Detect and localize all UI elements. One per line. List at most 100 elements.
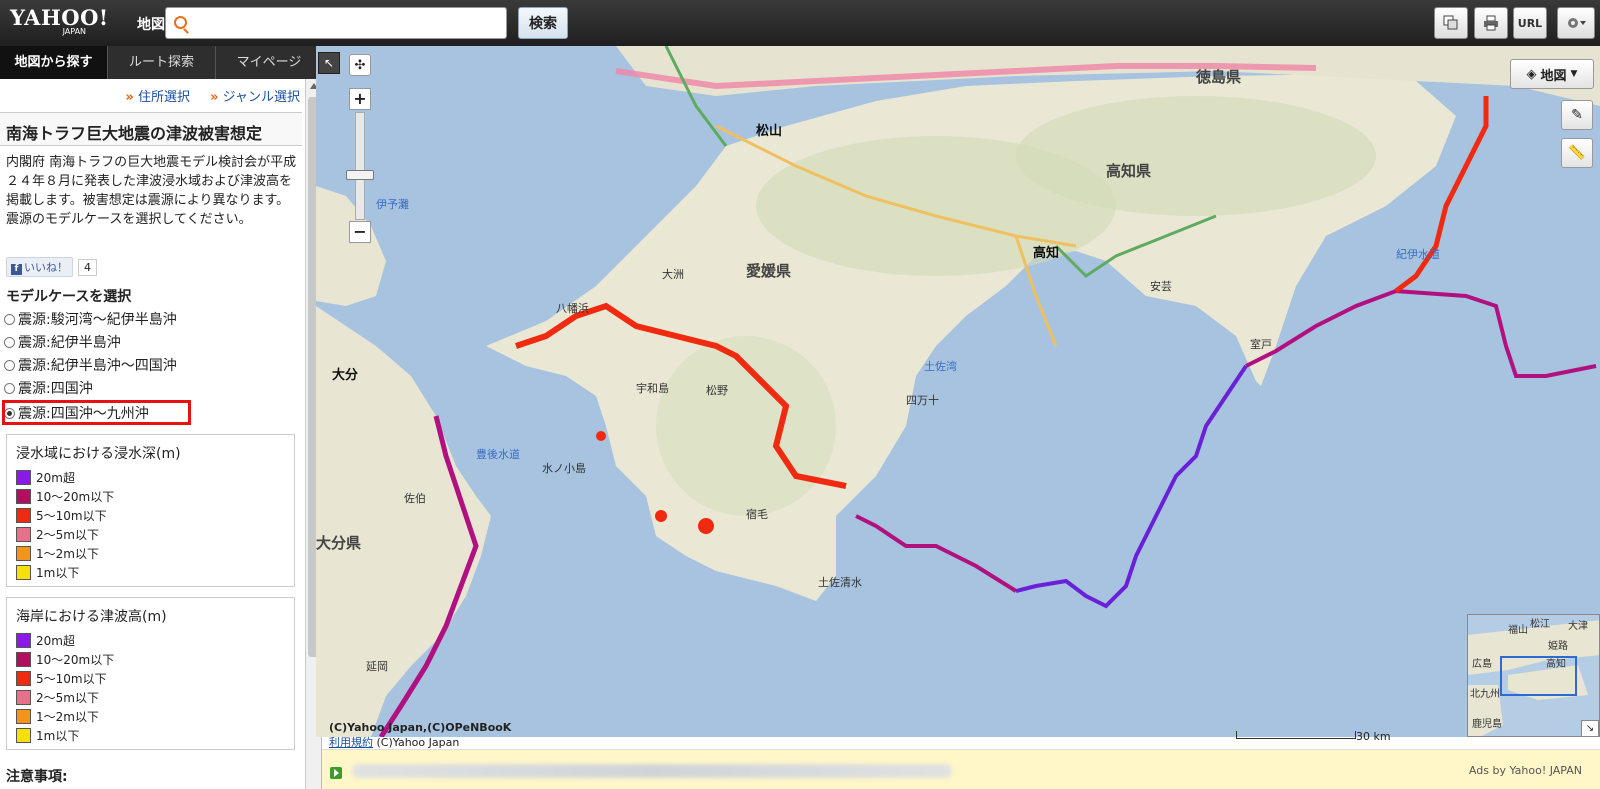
map-label-sukumo: 宿毛 bbox=[746, 508, 768, 521]
ruler-icon: 📏 bbox=[1568, 145, 1586, 161]
search-button[interactable]: 検索 bbox=[518, 7, 568, 39]
legend-label: 5～10m以下 bbox=[36, 671, 107, 686]
search-box[interactable] bbox=[165, 7, 507, 39]
overview-map[interactable]: 広島 高知 北九州 福山 姫路 大津 松江 鹿児島 bbox=[1467, 614, 1600, 737]
map-canvas[interactable]: 愛媛県 高知県 徳島県 大分県 松山 高知 大分 松野 四万十 宿毛 宇和島 大… bbox=[316, 46, 1600, 737]
copyright-line-2: (C)Yahoo Japan bbox=[376, 736, 460, 749]
legend-label: 5～10m以下 bbox=[36, 508, 107, 523]
map-label-kochi: 高知 bbox=[1033, 246, 1060, 261]
legend-item: 1～2m以下 bbox=[16, 708, 294, 724]
radio-icon[interactable] bbox=[4, 336, 15, 348]
map-label-muroto: 室戸 bbox=[1250, 338, 1272, 351]
url-button[interactable]: URL bbox=[1513, 7, 1547, 39]
tsunami-coast-band bbox=[1245, 288, 1597, 378]
legend-label: 20m超 bbox=[36, 633, 75, 648]
search-icon bbox=[174, 16, 187, 29]
terms-link[interactable]: 利用規約 bbox=[329, 736, 373, 749]
play-icon[interactable] bbox=[330, 767, 342, 779]
overview-toggle-button[interactable]: ↘ bbox=[1581, 720, 1599, 737]
tab-route-search[interactable]: ルート探索 bbox=[108, 46, 216, 79]
gear-icon bbox=[1568, 18, 1586, 28]
zoom-slider-track[interactable] bbox=[355, 112, 365, 220]
map-label-uwajima: 宇和島 bbox=[636, 382, 669, 395]
map-type-dropdown[interactable]: ◈ 地図 ▼ bbox=[1510, 59, 1594, 89]
pen-icon: ✎ bbox=[1571, 107, 1583, 123]
minus-icon: − bbox=[353, 222, 367, 241]
address-select-label: 住所選択 bbox=[137, 90, 190, 105]
map-type-label: 地図 bbox=[1540, 68, 1567, 84]
compass-icon: ✣ bbox=[354, 57, 366, 73]
ads-label: Ads by Yahoo! JAPAN bbox=[1468, 764, 1582, 777]
legend-item: 20m超 bbox=[16, 469, 294, 485]
model-option-label: 震源:紀伊半島沖～四国沖 bbox=[18, 358, 177, 374]
yahoo-logo[interactable]: YAHOO! JAPAN bbox=[10, 7, 109, 37]
legend-item: 5～10m以下 bbox=[16, 670, 294, 686]
model-option-2[interactable]: 震源:紀伊半島沖 bbox=[4, 332, 121, 352]
legend-item: 10～20m以下 bbox=[16, 488, 294, 504]
legend-label: 10～20m以下 bbox=[36, 652, 115, 667]
tsunami-coast-band bbox=[855, 514, 1018, 593]
tab-map-search[interactable]: 地図から探す bbox=[0, 46, 108, 79]
zoom-in-button[interactable]: + bbox=[349, 88, 371, 110]
copyright-line-2-row: 利用規約 (C)Yahoo Japan bbox=[329, 735, 511, 750]
radio-icon[interactable] bbox=[4, 359, 15, 371]
tsunami-coast-band bbox=[1015, 364, 1248, 609]
ad-text-blurred[interactable] bbox=[352, 764, 952, 778]
plus-icon: + bbox=[353, 89, 367, 108]
address-select-link[interactable]: » 住所選択 bbox=[125, 90, 190, 105]
legend-tsunami-height: 海岸における津波高(m) 20m超 10～20m以下 5～10m以下 2～5m以下 1～… bbox=[6, 597, 295, 750]
overview-label-kochi: 高知 bbox=[1546, 659, 1566, 670]
legend-label: 20m超 bbox=[36, 470, 75, 485]
ads-bar: Ads by Yahoo! JAPAN bbox=[322, 749, 1600, 789]
overview-label-kagoshima: 鹿児島 bbox=[1472, 719, 1502, 730]
radio-icon[interactable] bbox=[4, 382, 15, 394]
chevron-right-icon: » bbox=[125, 90, 134, 105]
measure-tool-button[interactable]: 📏 bbox=[1561, 138, 1593, 168]
legend-item: 2～5m以下 bbox=[16, 526, 294, 542]
legend-label: 2～5m以下 bbox=[36, 527, 99, 542]
legend-item: 5～10m以下 bbox=[16, 507, 294, 523]
map-graphic bbox=[316, 46, 1600, 737]
like-count: 4 bbox=[78, 258, 97, 276]
print-button[interactable] bbox=[1474, 7, 1508, 39]
copy-button[interactable] bbox=[1434, 7, 1468, 39]
model-option-label: 震源:駿河湾～紀伊半島沖 bbox=[18, 312, 177, 328]
overview-label-kitakyushu: 北九州 bbox=[1470, 689, 1500, 700]
map-label-ehime: 愛媛県 bbox=[746, 262, 792, 280]
legend-label: 1m以下 bbox=[36, 728, 80, 743]
map-label-yawatahama: 八幡浜 bbox=[556, 302, 589, 315]
legend-swatch bbox=[16, 526, 31, 542]
collapse-sidebar-button[interactable]: ↖ bbox=[318, 52, 340, 74]
model-option-4[interactable]: 震源:四国沖 bbox=[4, 378, 93, 398]
map-label-bungosuido: 豊後水道 bbox=[476, 448, 520, 461]
legend-label: 10～20m以下 bbox=[36, 489, 115, 504]
legend-swatch bbox=[16, 545, 31, 561]
tab-mypage[interactable]: マイページ bbox=[216, 46, 321, 79]
like-button[interactable]: f いいね！ bbox=[6, 257, 73, 277]
model-option-3[interactable]: 震源:紀伊半島沖～四国沖 bbox=[4, 355, 177, 375]
overview-label-himeji: 姫路 bbox=[1548, 641, 1568, 652]
legend-swatch bbox=[16, 469, 31, 485]
map-label-tosashimizu: 土佐清水 bbox=[818, 576, 862, 589]
model-option-1[interactable]: 震源:駿河湾～紀伊半島沖 bbox=[4, 309, 177, 329]
legend-item: 20m超 bbox=[16, 632, 294, 648]
facebook-like: f いいね！ 4 bbox=[6, 257, 97, 277]
map-label-tokushima: 徳島県 bbox=[1196, 68, 1242, 86]
copy-icon bbox=[1443, 15, 1458, 30]
panel-description: 内閣府 南海トラフの巨大地震モデル検討会が平成２４年８月に発表した津波浸水域およ… bbox=[6, 155, 297, 227]
search-input[interactable] bbox=[196, 12, 496, 34]
service-name[interactable]: 地図 bbox=[137, 14, 165, 34]
legend-swatch bbox=[16, 670, 31, 686]
legend-swatch bbox=[16, 727, 31, 743]
map-label-nobeoka: 延岡 bbox=[366, 660, 388, 673]
notes-heading: 注意事項: bbox=[6, 769, 68, 785]
zoom-out-button[interactable]: − bbox=[349, 221, 371, 243]
genre-select-link[interactable]: » ジャンル選択 bbox=[210, 90, 300, 105]
pan-control[interactable]: ✣ bbox=[349, 54, 371, 76]
draw-tool-button[interactable]: ✎ bbox=[1561, 100, 1593, 130]
radio-icon[interactable] bbox=[4, 313, 15, 325]
legend-swatch bbox=[16, 488, 31, 504]
zoom-slider-thumb[interactable] bbox=[346, 170, 374, 180]
settings-button[interactable] bbox=[1557, 7, 1595, 39]
genre-select-label: ジャンル選択 bbox=[222, 90, 300, 105]
